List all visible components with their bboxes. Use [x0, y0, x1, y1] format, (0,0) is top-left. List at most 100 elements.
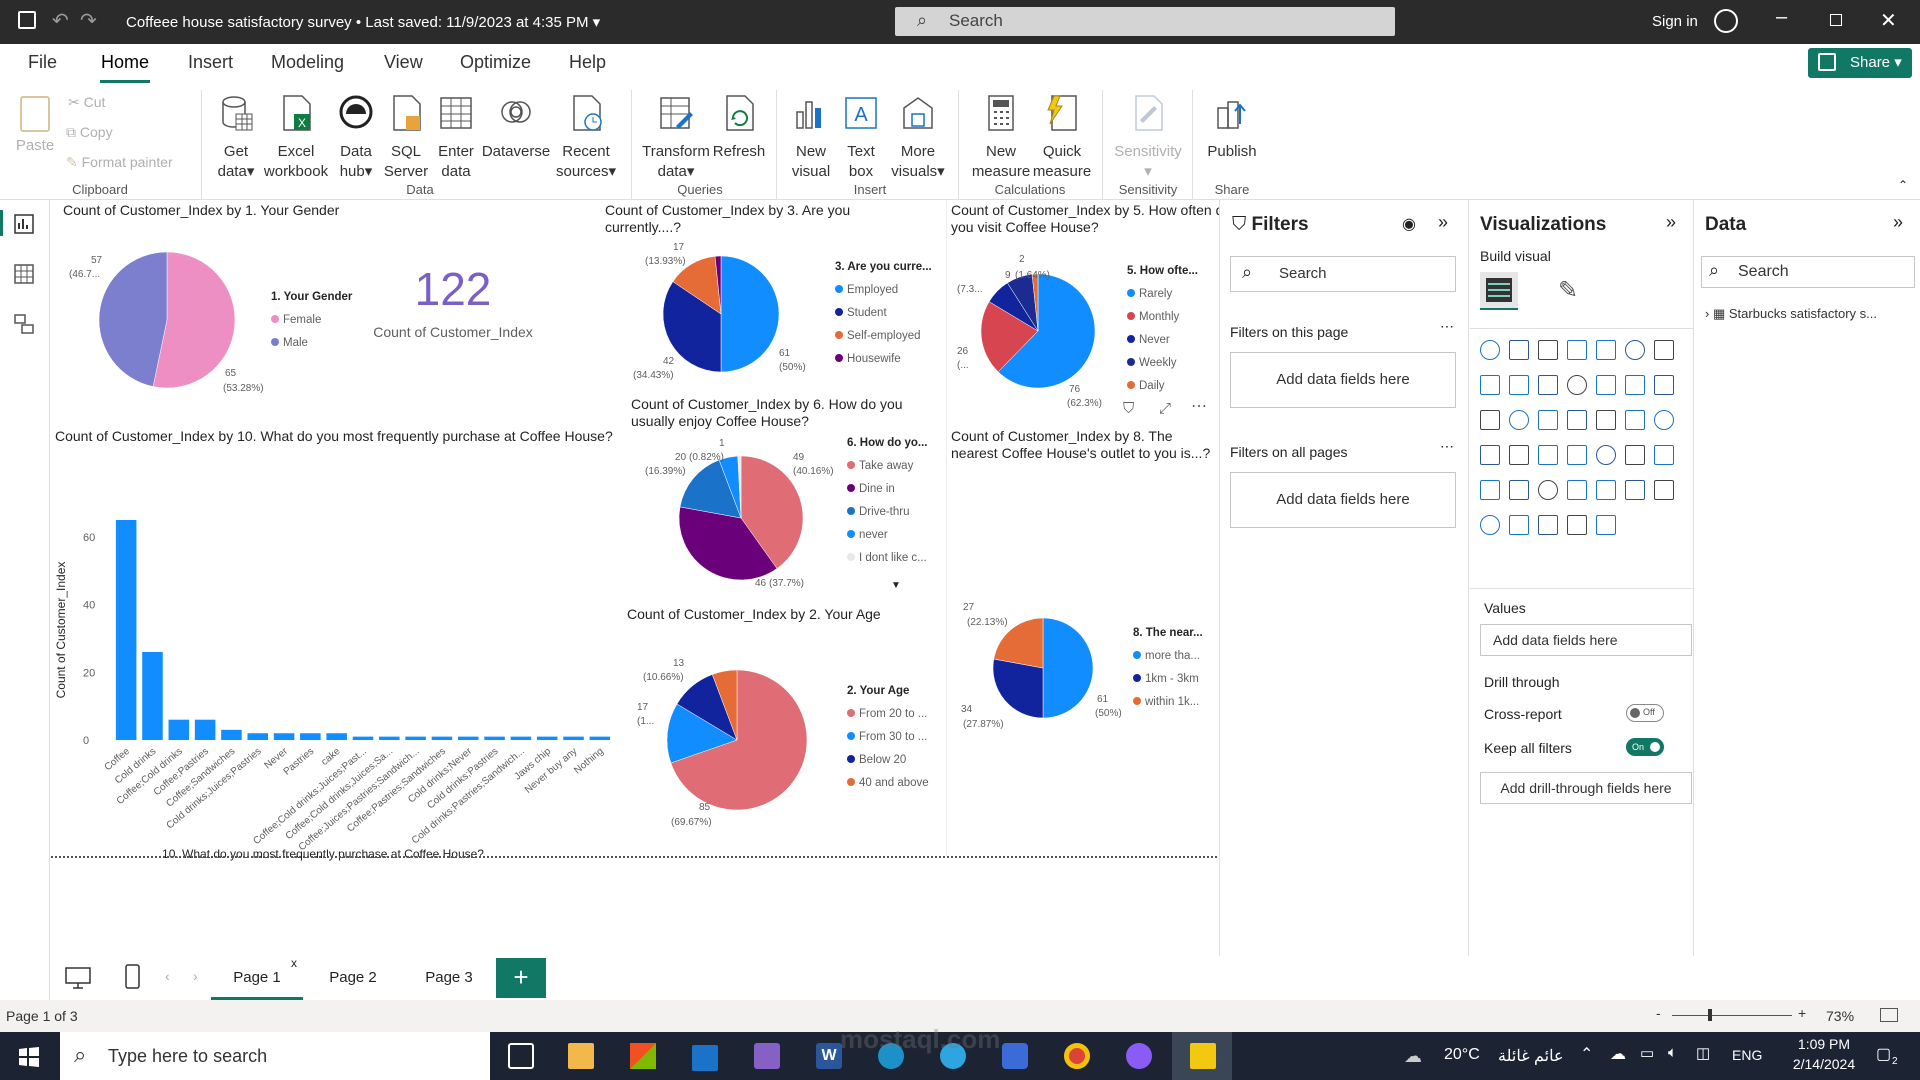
- bar-18[interactable]: [589, 736, 611, 740]
- next-page-icon[interactable]: ›: [193, 968, 198, 984]
- qa-icon[interactable]: [1596, 480, 1616, 500]
- taskbar-search-box[interactable]: ⌕ Type here to search: [60, 1032, 490, 1080]
- enjoy-pie[interactable]: [679, 456, 803, 580]
- table-view-icon[interactable]: [14, 264, 34, 284]
- legend-item[interactable]: Below 20: [847, 749, 929, 772]
- legend-scroll-down-icon[interactable]: ▼: [891, 580, 901, 591]
- stacked-area-icon[interactable]: [1509, 375, 1529, 395]
- map-icon[interactable]: [1596, 410, 1616, 430]
- python-visual-icon[interactable]: [1509, 480, 1529, 500]
- waterfall-icon[interactable]: [1625, 375, 1645, 395]
- legend-item[interactable]: Dine in: [847, 478, 928, 501]
- visual-studio-icon[interactable]: [754, 1043, 780, 1069]
- new-measure-button[interactable]: New measure: [966, 94, 1036, 182]
- zoom-in-button[interactable]: +: [1798, 1005, 1806, 1021]
- save-icon[interactable]: [18, 11, 36, 29]
- data-search-input[interactable]: Search: [1701, 256, 1915, 288]
- legend-item[interactable]: From 30 to ...: [847, 726, 929, 749]
- chrome-icon[interactable]: [1064, 1043, 1090, 1069]
- eye-icon[interactable]: ◉: [1402, 214, 1416, 234]
- minimize-icon[interactable]: –: [1776, 6, 1787, 29]
- kpi-icon[interactable]: [1567, 445, 1587, 465]
- multi-row-card-icon[interactable]: [1538, 445, 1558, 465]
- new-visual-button[interactable]: New visual: [786, 94, 836, 182]
- bar-10[interactable]: [379, 736, 400, 740]
- file-explorer-icon[interactable]: [568, 1043, 594, 1069]
- volume-icon[interactable]: 🔈︎: [1668, 1044, 1677, 1061]
- recent-sources-button[interactable]: Recent sources▾: [556, 94, 616, 182]
- 100-column-icon[interactable]: [1625, 340, 1645, 360]
- weather-temp[interactable]: 20°C: [1444, 1046, 1480, 1064]
- close-page-icon[interactable]: x: [291, 956, 297, 970]
- more-options-icon[interactable]: ⋯: [1191, 396, 1207, 416]
- bar-0[interactable]: [115, 520, 137, 740]
- legend-item[interactable]: Male: [271, 332, 352, 355]
- stacked-column-icon[interactable]: [1509, 340, 1529, 360]
- paginated-icon[interactable]: [1654, 480, 1674, 500]
- sign-in-link[interactable]: Sign in: [1652, 13, 1698, 30]
- tray-expand-icon[interactable]: ⌃: [1580, 1044, 1593, 1064]
- bar-12[interactable]: [431, 736, 453, 740]
- menu-optimize[interactable]: Optimize: [460, 52, 531, 73]
- power-bi-icon[interactable]: [1190, 1043, 1216, 1069]
- mail-icon[interactable]: [692, 1045, 718, 1071]
- zoom-slider[interactable]: [1672, 1015, 1792, 1016]
- enter-data-button[interactable]: Enter data: [432, 94, 480, 182]
- all-pages-filters-drop-well[interactable]: Add data fields here: [1230, 472, 1456, 528]
- legend-item[interactable]: more tha...: [1133, 645, 1203, 668]
- filled-map-icon[interactable]: [1625, 410, 1645, 430]
- bar-3[interactable]: [194, 719, 216, 740]
- menu-file[interactable]: File: [28, 52, 57, 73]
- data-hub-button[interactable]: Data hub▾: [332, 94, 380, 182]
- treemap-icon[interactable]: [1567, 410, 1587, 430]
- narrative-icon[interactable]: [1625, 480, 1645, 500]
- azure-map-icon[interactable]: [1654, 410, 1674, 430]
- legend-item[interactable]: Housewife: [835, 348, 932, 371]
- mobile-layout-icon[interactable]: [125, 964, 141, 990]
- bar-16[interactable]: [536, 736, 558, 740]
- bar-9[interactable]: [352, 736, 374, 740]
- power-apps-icon[interactable]: [1538, 515, 1558, 535]
- cut-button[interactable]: ✂ Cut: [68, 92, 105, 112]
- collapse-data-icon[interactable]: »: [1893, 212, 1903, 233]
- more-options-icon[interactable]: ⋯: [1440, 438, 1454, 455]
- build-visual-tab[interactable]: [1480, 272, 1518, 310]
- data-table-item[interactable]: › ▦ Starbucks satisfactory s...: [1705, 306, 1877, 322]
- line-icon[interactable]: [1654, 340, 1674, 360]
- menu-view[interactable]: View: [384, 52, 423, 73]
- age-pie[interactable]: [667, 670, 807, 810]
- line-column-icon[interactable]: [1538, 375, 1558, 395]
- focus-mode-icon[interactable]: ⤢: [1159, 400, 1171, 417]
- table-icon[interactable]: [1625, 445, 1645, 465]
- previous-page-icon[interactable]: ‹: [165, 968, 170, 984]
- clustered-bar-icon[interactable]: [1538, 340, 1558, 360]
- legend-item[interactable]: Female: [271, 309, 352, 332]
- legend-item[interactable]: Rarely: [1127, 283, 1198, 306]
- menu-modeling[interactable]: Modeling: [271, 52, 344, 73]
- weather-icon[interactable]: ☁: [1404, 1046, 1422, 1067]
- gender-pie[interactable]: [99, 252, 235, 388]
- filter-icon[interactable]: ⛉: [1123, 400, 1134, 417]
- pie-slice-more-tha-[interactable]: [1042, 618, 1093, 718]
- goals-icon[interactable]: [1480, 515, 1500, 535]
- drill-through-drop-well[interactable]: Add drill-through fields here: [1480, 772, 1692, 804]
- legend-item[interactable]: Monthly: [1127, 306, 1198, 329]
- gauge-icon[interactable]: [1480, 445, 1500, 465]
- task-view-icon[interactable]: [508, 1043, 534, 1069]
- donut-icon[interactable]: [1538, 410, 1558, 430]
- legend-item[interactable]: Drive-thru: [847, 501, 928, 524]
- store-icon[interactable]: [630, 1043, 656, 1069]
- add-page-button[interactable]: +: [496, 958, 546, 998]
- legend-item[interactable]: I dont like c...: [847, 547, 928, 570]
- more-options-icon[interactable]: ⋯: [1440, 318, 1454, 335]
- sensitivity-button[interactable]: Sensitivity ▾: [1110, 94, 1186, 182]
- quick-measure-button[interactable]: Quick measure: [1030, 94, 1094, 182]
- model-view-icon[interactable]: [14, 314, 34, 334]
- clock[interactable]: 1:09 PM 2/14/2024: [1780, 1036, 1868, 1072]
- collapse-viz-icon[interactable]: »: [1666, 212, 1676, 233]
- legend-item[interactable]: 1km - 3km: [1133, 668, 1203, 691]
- undo-icon[interactable]: ↶: [52, 8, 69, 33]
- ribbon-icon[interactable]: [1596, 375, 1616, 395]
- text-box-button[interactable]: A Text box: [838, 94, 884, 182]
- tab-page-1[interactable]: Page 1: [211, 956, 303, 1000]
